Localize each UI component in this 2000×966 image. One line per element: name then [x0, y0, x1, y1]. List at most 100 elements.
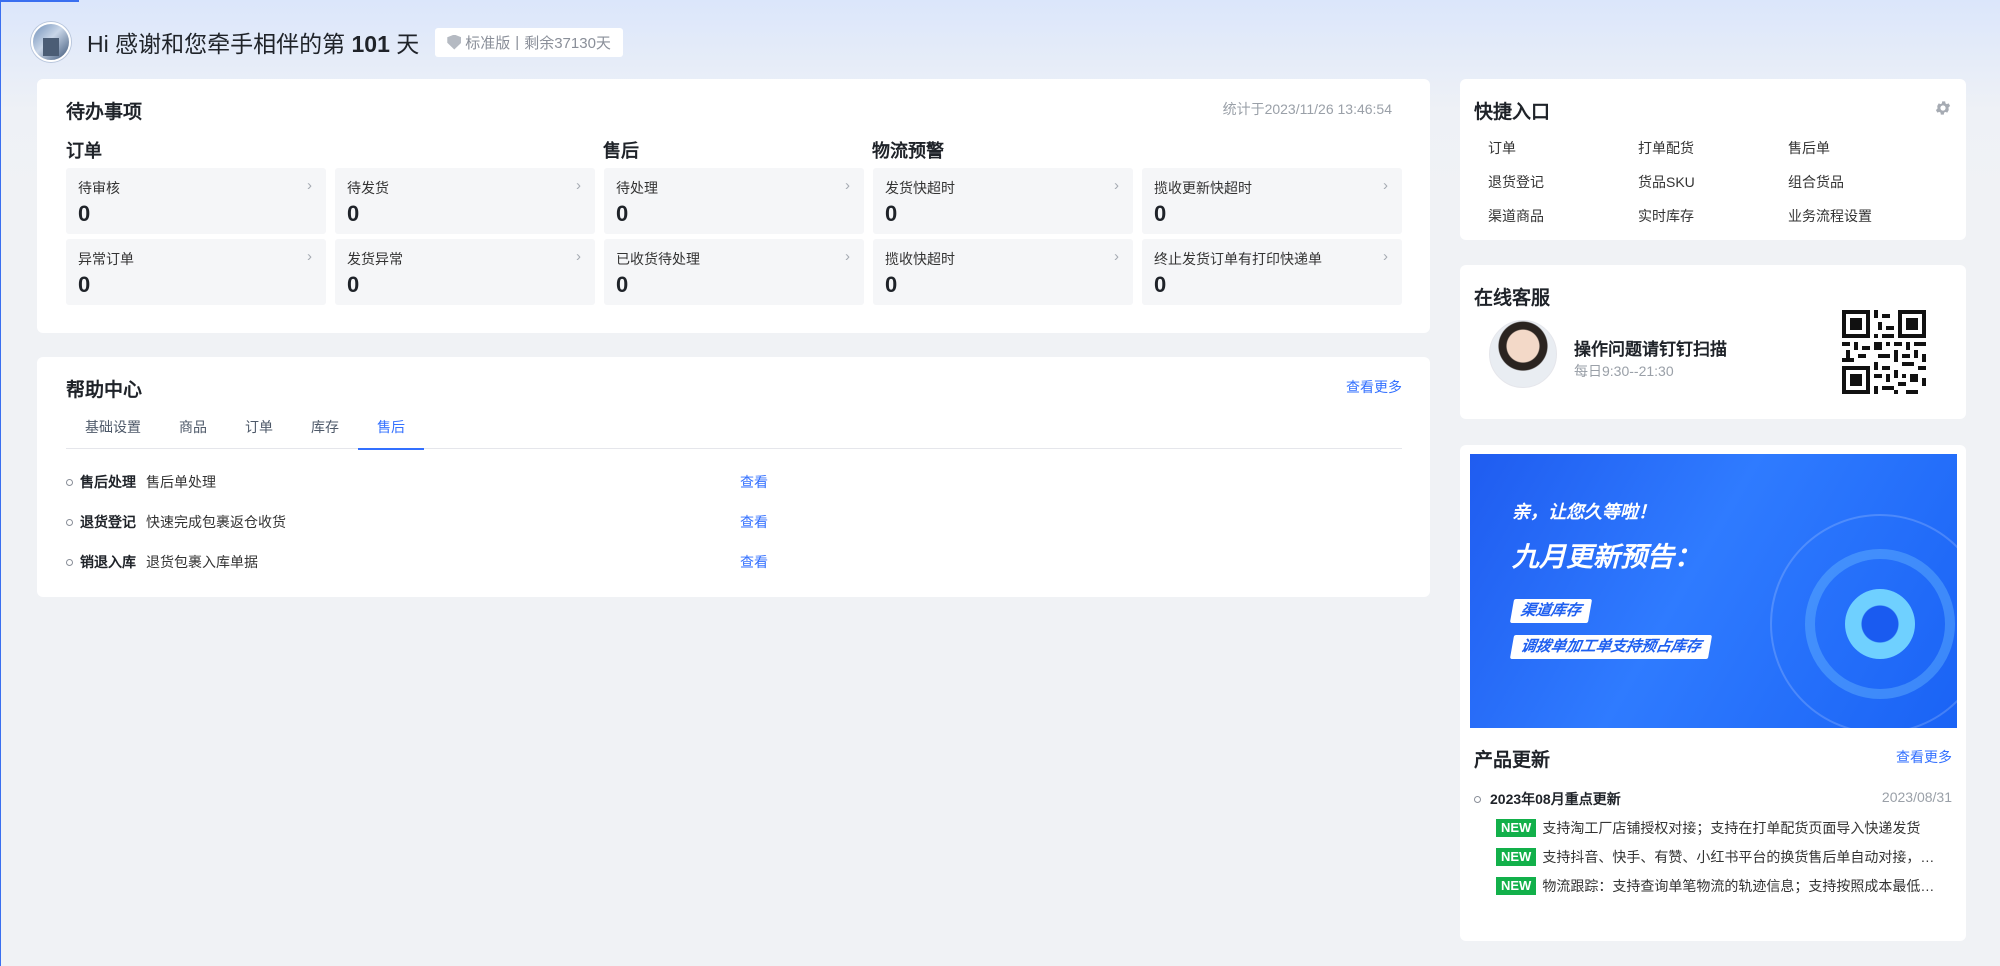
- quick-item-aftersale-order[interactable]: 售后单: [1788, 138, 1830, 158]
- help-title: 帮助中心: [66, 380, 143, 401]
- quick-item-return-register[interactable]: 退货登记: [1488, 172, 1544, 192]
- news-line: NEW 支持淘工厂店铺授权对接；支持在打单配货页面导入快递发货: [1496, 818, 1952, 838]
- tab-aftersale[interactable]: 售后: [358, 415, 424, 450]
- tab-orders[interactable]: 订单: [226, 415, 292, 449]
- service-title: 在线客服: [1474, 288, 1551, 309]
- stat-time: 统计于2023/11/26 13:46:54: [1222, 101, 1392, 117]
- service-hours: 每日9:30--21:30: [1574, 363, 1674, 379]
- todo-cell-label: 发货快超时: [885, 180, 955, 196]
- todo-cell-value: 0: [616, 201, 629, 226]
- todo-cell-value: 0: [347, 201, 360, 226]
- chevron-right-icon: ›: [845, 248, 850, 265]
- help-row-name: 售后处理: [80, 474, 136, 490]
- help-row-name: 销退入库: [80, 554, 136, 570]
- todo-cell-abnormal-order[interactable]: 异常订单 0 ›: [66, 239, 326, 305]
- help-view-link[interactable]: 查看: [740, 472, 768, 492]
- todo-cell-value: 0: [78, 201, 91, 226]
- gear-icon[interactable]: [1934, 99, 1952, 117]
- help-row: 销退入库 退货包裹入库单据: [66, 552, 258, 572]
- news-line: NEW 物流跟踪：支持查询单笔物流的轨迹信息；支持按照成本最低…: [1496, 876, 1952, 896]
- bullet-icon: [1474, 795, 1481, 803]
- chevron-right-icon: ›: [1383, 248, 1388, 265]
- shield-icon: [447, 34, 462, 50]
- chevron-right-icon: ›: [1114, 177, 1119, 194]
- todo-cell-pending-review[interactable]: 待审核 0 ›: [66, 168, 326, 234]
- news-more-link[interactable]: 查看更多: [1896, 747, 1952, 767]
- bullet-icon: [66, 558, 73, 566]
- quick-item-workflow-settings[interactable]: 业务流程设置: [1788, 206, 1872, 226]
- tab-inventory[interactable]: 库存: [292, 415, 358, 449]
- todo-cell-pending-process[interactable]: 待处理 0 ›: [604, 168, 864, 234]
- todo-cell-value: 0: [616, 272, 629, 297]
- news-entry[interactable]: 2023年08月重点更新: [1474, 789, 1621, 809]
- tab-basic-settings[interactable]: 基础设置: [66, 415, 160, 449]
- todo-cell-label: 揽收快超时: [885, 251, 955, 267]
- banner-tag: 调拨单加工单支持预占库存: [1509, 635, 1713, 659]
- group-title-logistics: 物流预警: [872, 141, 944, 161]
- update-banner[interactable]: 亲，让您久等啦！ 九月更新预告： 渠道库存 调拨单加工单支持预占库存: [1470, 454, 1957, 728]
- quick-entry-card: 快捷入口 订单 打单配货 售后单 退货登记 货品SKU 组合货品 渠道商品 实时…: [1460, 79, 1966, 240]
- qr-code-icon: [1842, 310, 1926, 394]
- avatar[interactable]: [31, 22, 71, 62]
- todo-cell-label: 待处理: [616, 180, 658, 196]
- news-entry-date: 2023/08/31: [1881, 789, 1952, 805]
- todo-cell-label: 异常订单: [78, 251, 134, 267]
- banner-tag: 渠道库存: [1509, 599, 1593, 623]
- news-line-text: 支持淘工厂店铺授权对接；支持在打单配货页面导入快递发货: [1542, 820, 1921, 836]
- todo-cell-pickup-timeout[interactable]: 揽收快超时 0 ›: [873, 239, 1133, 305]
- todo-cell-label: 揽收更新快超时: [1154, 180, 1252, 196]
- quick-item-print-pick[interactable]: 打单配货: [1638, 138, 1694, 158]
- todo-cell-ship-abnormal[interactable]: 发货异常 0 ›: [335, 239, 595, 305]
- chevron-right-icon: ›: [1114, 248, 1119, 265]
- todo-cell-value: 0: [1154, 272, 1167, 297]
- greeting-suffix: 天: [396, 31, 420, 57]
- quick-item-bundle-goods[interactable]: 组合货品: [1788, 172, 1844, 192]
- quick-item-realtime-stock[interactable]: 实时库存: [1638, 206, 1694, 226]
- help-row-desc: 快速完成包裹返仓收货: [146, 514, 286, 530]
- quick-title: 快捷入口: [1474, 102, 1551, 123]
- page-header: Hi 感谢和您牵手相伴的第 101 天 标准版 | 剩余37130天: [31, 21, 623, 63]
- todo-cell-value: 0: [885, 272, 898, 297]
- group-title-order: 订单: [66, 141, 102, 161]
- todo-cell-ship-timeout[interactable]: 发货快超时 0 ›: [873, 168, 1133, 234]
- todo-cell-value: 0: [885, 201, 898, 226]
- todo-cell-label: 待发货: [347, 180, 389, 196]
- help-row-name: 退货登记: [80, 514, 136, 530]
- help-row-desc: 售后单处理: [146, 474, 216, 490]
- days-count: 101: [351, 31, 390, 57]
- edition-badge: 标准版 | 剩余37130天: [435, 27, 623, 57]
- new-badge: NEW: [1496, 877, 1537, 895]
- quick-item-goods-sku[interactable]: 货品SKU: [1638, 172, 1695, 192]
- todo-cell-pending-ship[interactable]: 待发货 0 ›: [335, 168, 595, 234]
- bullet-icon: [66, 518, 73, 526]
- todo-cell-terminated-printed[interactable]: 终止发货订单有打印快递单 0 ›: [1142, 239, 1402, 305]
- todo-title: 待办事项: [66, 102, 143, 123]
- edition-divider: |: [515, 33, 520, 51]
- help-view-link[interactable]: 查看: [740, 552, 768, 572]
- todo-cell-pickup-update-timeout[interactable]: 揽收更新快超时 0 ›: [1142, 168, 1402, 234]
- help-view-link[interactable]: 查看: [740, 512, 768, 532]
- news-entry-title: 2023年08月重点更新: [1490, 791, 1621, 807]
- help-center-card: 帮助中心 查看更多 基础设置 商品 订单 库存 售后 售后处理 售后单处理 查看…: [37, 357, 1430, 597]
- chevron-right-icon: ›: [845, 177, 850, 194]
- help-row: 退货登记 快速完成包裹返仓收货: [66, 512, 286, 532]
- news-line: NEW 支持抖音、快手、有赞、小红书平台的换货售后单自动对接，…: [1496, 847, 1952, 867]
- banner-core: [1845, 589, 1915, 659]
- chevron-right-icon: ›: [307, 248, 312, 265]
- service-agent-avatar: [1489, 320, 1557, 388]
- news-line-text: 支持抖音、快手、有赞、小红书平台的换货售后单自动对接，…: [1542, 849, 1935, 865]
- todo-card: 待办事项 统计于2023/11/26 13:46:54 订单 售后 物流预警 待…: [37, 79, 1430, 333]
- bullet-icon: [66, 478, 73, 486]
- quick-item-order[interactable]: 订单: [1488, 138, 1516, 158]
- help-more-link[interactable]: 查看更多: [1346, 377, 1402, 397]
- banner-line1: 亲，让您久等啦！: [1512, 502, 1656, 522]
- tab-goods[interactable]: 商品: [160, 415, 226, 449]
- todo-cell-label: 已收货待处理: [616, 251, 700, 267]
- chevron-right-icon: ›: [576, 248, 581, 265]
- help-row: 售后处理 售后单处理: [66, 472, 216, 492]
- quick-item-channel-goods[interactable]: 渠道商品: [1488, 206, 1544, 226]
- banner-line2: 九月更新预告：: [1512, 542, 1701, 572]
- product-news-card: 亲，让您久等啦！ 九月更新预告： 渠道库存 调拨单加工单支持预占库存 产品更新 …: [1460, 445, 1966, 941]
- help-tabs: 基础设置 商品 订单 库存 售后: [66, 415, 1402, 450]
- todo-cell-received-pending[interactable]: 已收货待处理 0 ›: [604, 239, 864, 305]
